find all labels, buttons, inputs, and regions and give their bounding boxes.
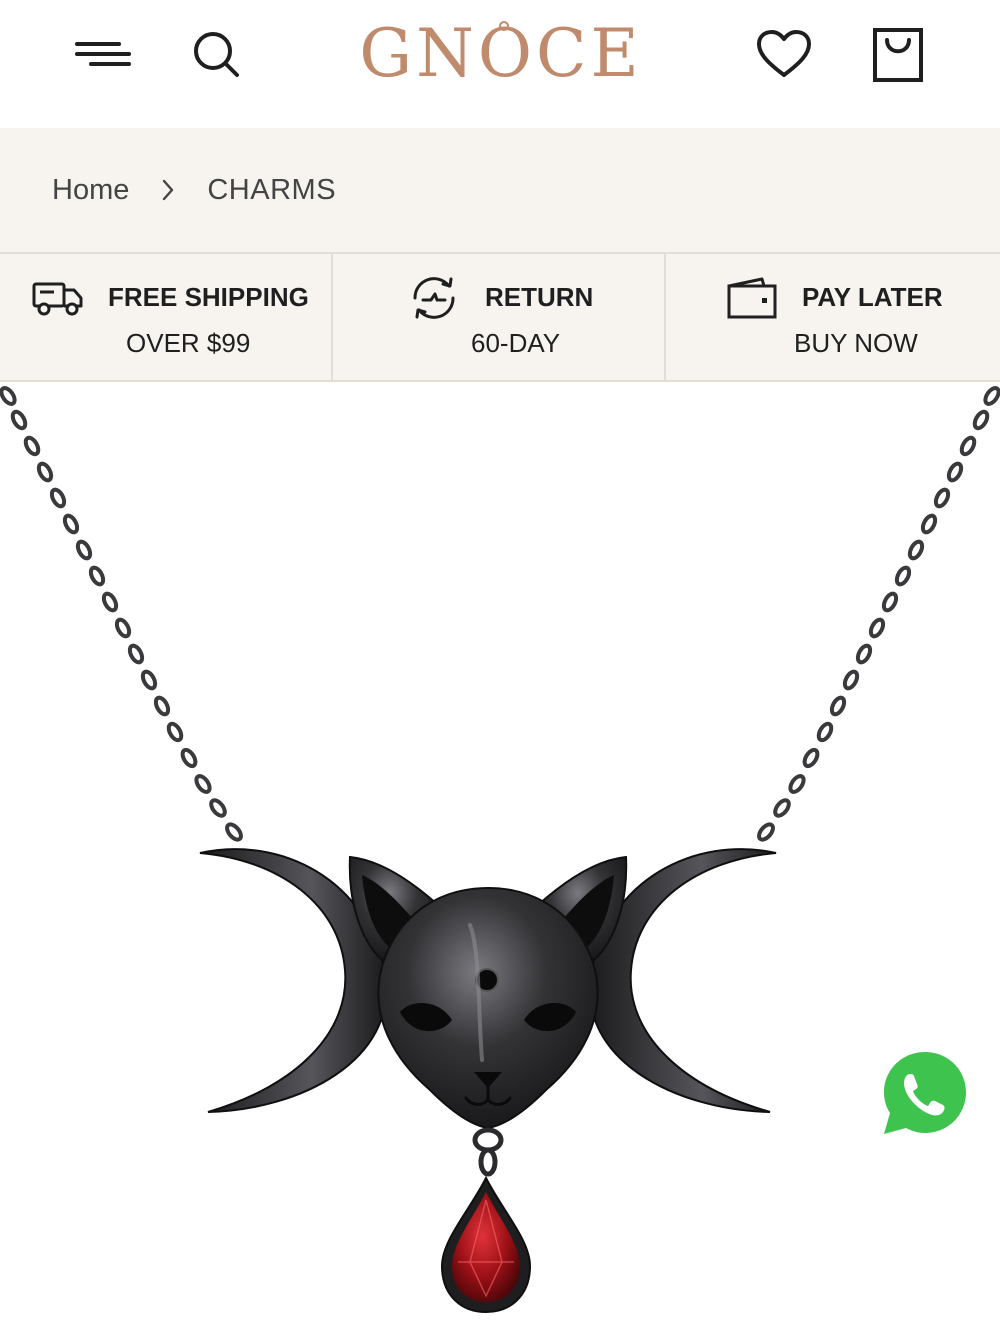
feature-free-shipping: FREE SHIPPING OVER $99 [0,254,333,380]
features-bar: FREE SHIPPING OVER $99 RETURN 60-DAY PAY… [0,252,1000,382]
feature-subtitle: BUY NOW [794,328,918,358]
chain-right [757,386,1000,842]
feature-return: RETURN 60-DAY [333,254,666,380]
wishlist-button[interactable] [752,24,816,84]
site-header: GNOCE [0,0,1000,128]
feature-title: FREE SHIPPING [108,282,309,312]
feature-pay-later: PAY LATER BUY NOW [666,254,1000,380]
breadcrumb-home-link[interactable]: Home [52,174,129,207]
breadcrumb: Home CHARMS [0,128,1000,252]
product-image[interactable] [0,382,1000,1333]
search-button[interactable] [186,26,246,82]
chevron-right-icon [129,178,207,202]
whatsapp-chat-button[interactable] [880,1048,970,1138]
cart-button[interactable] [866,24,930,86]
search-icon [194,32,239,77]
shopping-bag-icon [873,28,923,82]
logo-ring-icon [499,21,509,31]
feature-subtitle: 60-DAY [471,328,561,358]
heart-icon [757,30,811,77]
feature-subtitle: OVER $99 [126,328,251,358]
chain-left [0,386,243,842]
whatsapp-icon [884,1052,966,1134]
truck-icon [32,282,83,316]
breadcrumb-current: CHARMS [207,173,337,206]
feature-title: RETURN [485,282,594,312]
menu-button[interactable] [70,28,136,80]
feature-title: PAY LATER [802,282,943,312]
wallet-icon [727,277,777,319]
cat-moon-necklace-image [0,386,1000,1314]
return-icon [413,277,455,319]
menu-icon [75,42,131,66]
